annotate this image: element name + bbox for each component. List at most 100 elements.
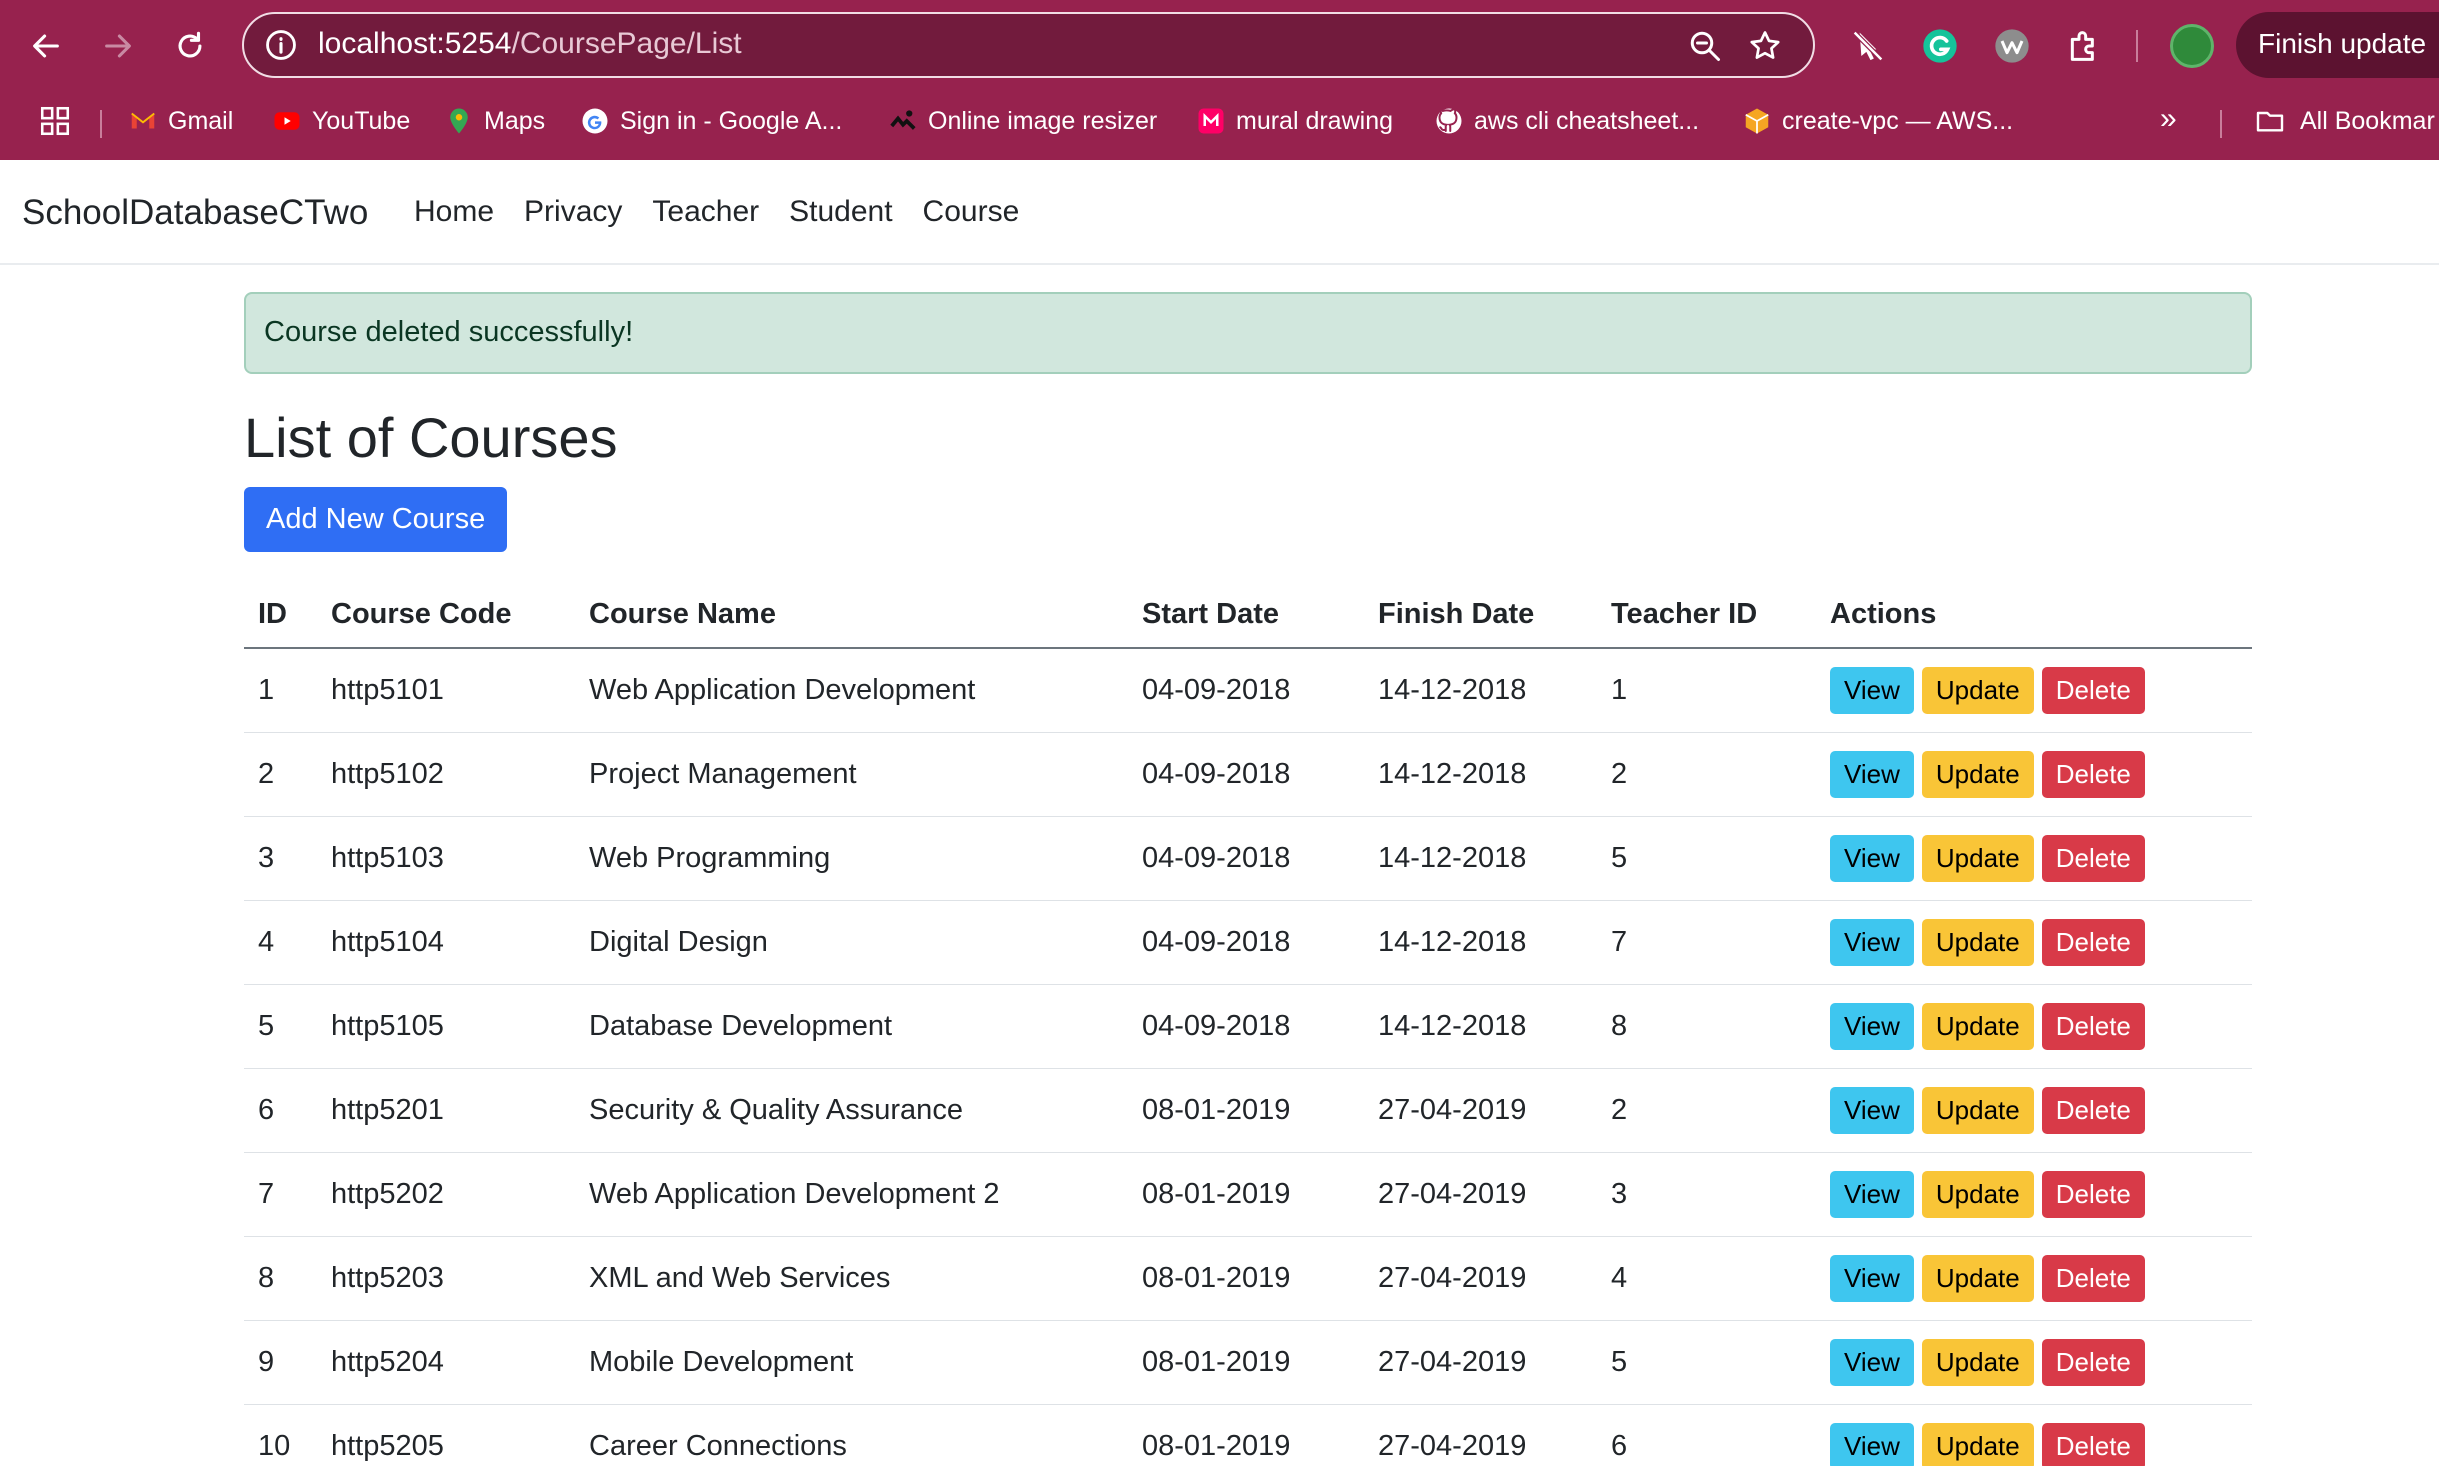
- nav-privacy[interactable]: Privacy: [524, 195, 622, 229]
- url-path: /CoursePage/List: [511, 27, 742, 60]
- url-text[interactable]: localhost:5254/CoursePage/List: [318, 27, 742, 61]
- grammarly-icon: [1923, 29, 1957, 63]
- header-actions: Actions: [1816, 582, 2252, 650]
- cell-finish-date: 27-04-2019: [1364, 1320, 1597, 1405]
- reload-button[interactable]: [166, 22, 214, 70]
- nav-student[interactable]: Student: [789, 195, 892, 229]
- view-button[interactable]: View: [1830, 1338, 1914, 1386]
- app-navbar: SchoolDatabaseCTwo Home Privacy Teacher …: [0, 160, 2439, 265]
- more-bookmarks-button[interactable]: »: [2160, 102, 2177, 136]
- view-button[interactable]: View: [1830, 1086, 1914, 1134]
- cell-finish-date: 27-04-2019: [1364, 1068, 1597, 1153]
- cell-finish-date: 14-12-2018: [1364, 732, 1597, 817]
- site-info-icon[interactable]: [264, 28, 298, 62]
- view-button[interactable]: View: [1830, 750, 1914, 798]
- nav-home[interactable]: Home: [414, 195, 494, 229]
- update-button[interactable]: Update: [1921, 1086, 2034, 1134]
- bookmarks-divider: [2220, 110, 2222, 138]
- browser-toolbar: localhost:5254/CoursePage/List Finish up…: [0, 0, 2439, 90]
- cell-actions: View Update Delete: [1816, 816, 2252, 901]
- profile-avatar[interactable]: [2170, 24, 2214, 68]
- cell-course-name: Career Connections: [575, 1404, 1128, 1466]
- delete-button[interactable]: Delete: [2041, 1254, 2145, 1302]
- finish-update-button[interactable]: Finish update: [2236, 12, 2439, 78]
- table-row: 2 http5102 Project Management 04-09-2018 14-…: [244, 732, 2252, 817]
- bookmark-image-resizer[interactable]: Online image resizer: [888, 102, 1157, 140]
- bookmark-maps[interactable]: Maps: [444, 102, 545, 140]
- delete-button[interactable]: Delete: [2041, 1338, 2145, 1386]
- view-button[interactable]: View: [1830, 1422, 1914, 1466]
- update-button[interactable]: Update: [1921, 1254, 2034, 1302]
- cell-course-code: http5101: [317, 648, 575, 733]
- apps-grid-icon[interactable]: [38, 104, 72, 138]
- view-button[interactable]: View: [1830, 1170, 1914, 1218]
- cell-actions: View Update Delete: [1816, 900, 2252, 985]
- extensions-button[interactable]: [2064, 26, 2104, 66]
- back-button[interactable]: [22, 22, 70, 70]
- brand-link[interactable]: SchoolDatabaseCTwo: [22, 193, 368, 233]
- update-button[interactable]: Update: [1921, 666, 2034, 715]
- bookmark-aws-cli[interactable]: aws cli cheatsheet...: [1434, 102, 1699, 140]
- cell-course-name: Database Development: [575, 984, 1128, 1069]
- cell-teacher-id: 5: [1597, 816, 1816, 901]
- row-actions: View Update Delete: [1830, 1086, 2238, 1134]
- table-row: 7 http5202 Web Application Development 2 08…: [244, 1152, 2252, 1237]
- update-button[interactable]: Update: [1921, 1338, 2034, 1386]
- cell-teacher-id: 1: [1597, 648, 1816, 733]
- update-button[interactable]: Update: [1921, 834, 2034, 882]
- update-button[interactable]: Update: [1921, 750, 2034, 798]
- delete-button[interactable]: Delete: [2041, 834, 2145, 882]
- all-bookmarks-button[interactable]: All Bookmar: [2254, 102, 2435, 140]
- delete-button[interactable]: Delete: [2041, 1086, 2145, 1134]
- nav-teacher[interactable]: Teacher: [652, 195, 759, 229]
- update-button[interactable]: Update: [1921, 1170, 2034, 1218]
- forward-button[interactable]: [94, 22, 142, 70]
- cell-course-name: XML and Web Services: [575, 1236, 1128, 1321]
- cell-start-date: 04-09-2018: [1128, 984, 1364, 1069]
- view-button[interactable]: View: [1830, 666, 1914, 715]
- cell-course-code: http5205: [317, 1404, 575, 1466]
- cell-id: 7: [244, 1152, 317, 1237]
- cell-id: 9: [244, 1320, 317, 1405]
- view-button[interactable]: View: [1830, 918, 1914, 966]
- all-bookmarks-label: All Bookmar: [2300, 106, 2435, 135]
- cell-actions: View Update Delete: [1816, 984, 2252, 1069]
- extension-3[interactable]: [1992, 26, 2032, 66]
- address-bar[interactable]: localhost:5254/CoursePage/List: [242, 12, 1815, 78]
- nav-course[interactable]: Course: [923, 195, 1020, 229]
- bookmarks-bar: Gmail YouTube Maps Sign in - Google A...…: [0, 96, 2439, 146]
- cell-teacher-id: 5: [1597, 1320, 1816, 1405]
- view-button[interactable]: View: [1830, 1254, 1914, 1302]
- row-actions: View Update Delete: [1830, 750, 2238, 798]
- bookmark-gmail[interactable]: Gmail: [128, 102, 233, 140]
- delete-button[interactable]: Delete: [2041, 1170, 2145, 1218]
- update-button[interactable]: Update: [1921, 1422, 2034, 1466]
- delete-button[interactable]: Delete: [2041, 1422, 2145, 1466]
- update-button[interactable]: Update: [1921, 1002, 2034, 1050]
- bookmark-label: create-vpc — AWS...: [1782, 106, 2014, 135]
- add-new-course-button[interactable]: Add New Course: [244, 487, 508, 553]
- bookmark-mural[interactable]: mural drawing: [1196, 102, 1393, 140]
- cell-teacher-id: 6: [1597, 1404, 1816, 1466]
- delete-button[interactable]: Delete: [2041, 918, 2145, 966]
- delete-button[interactable]: Delete: [2041, 1002, 2145, 1050]
- row-actions: View Update Delete: [1830, 1254, 2238, 1302]
- view-button[interactable]: View: [1830, 834, 1914, 882]
- update-button[interactable]: Update: [1921, 918, 2034, 966]
- bookmark-create-vpc[interactable]: create-vpc — AWS...: [1742, 102, 2013, 140]
- header-finish-date: Finish Date: [1364, 582, 1597, 650]
- cell-id: 3: [244, 816, 317, 901]
- bookmark-youtube[interactable]: YouTube: [272, 102, 410, 140]
- extension-grammarly[interactable]: [1920, 26, 1960, 66]
- table-body: 1 http5101 Web Application Development 04-0…: [244, 648, 2252, 1466]
- delete-button[interactable]: Delete: [2041, 750, 2145, 798]
- bookmark-google-signin[interactable]: Sign in - Google A...: [580, 102, 842, 140]
- cell-start-date: 04-09-2018: [1128, 816, 1364, 901]
- table-row: 5 http5105 Database Development 04-09-2018 1…: [244, 984, 2252, 1069]
- delete-button[interactable]: Delete: [2041, 666, 2145, 715]
- zoom-icon[interactable]: [1687, 28, 1723, 64]
- bookmark-star-icon[interactable]: [1747, 28, 1783, 64]
- view-button[interactable]: View: [1830, 1002, 1914, 1050]
- extension-1[interactable]: [1848, 26, 1888, 66]
- bookmark-label: Online image resizer: [928, 106, 1158, 135]
